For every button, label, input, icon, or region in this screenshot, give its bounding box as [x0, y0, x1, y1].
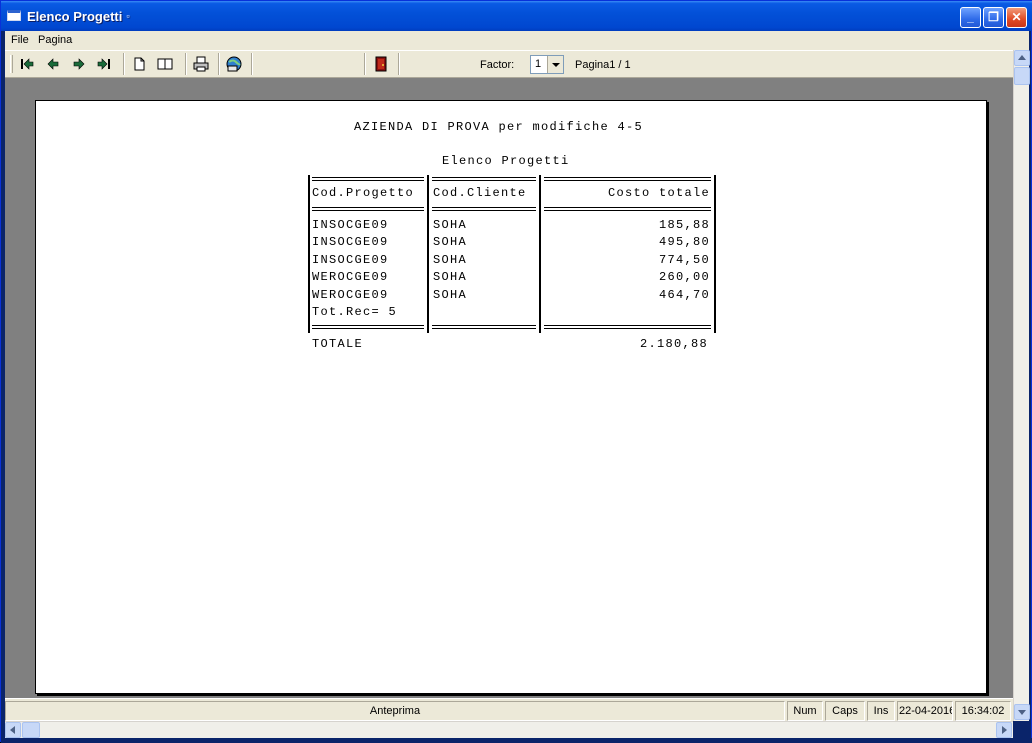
- menu-file[interactable]: File: [11, 34, 29, 46]
- table-rule: [544, 177, 711, 181]
- table-rule: [544, 207, 711, 211]
- cell-total-cost: 464,70: [658, 288, 710, 302]
- status-bar: Anteprima Num Caps Ins 22-04-2016 16:34:…: [5, 698, 1013, 721]
- previous-page-button[interactable]: [44, 55, 64, 73]
- table-border: [308, 175, 310, 333]
- menu-bar: File Pagina: [5, 31, 1029, 50]
- export-icon: [226, 56, 242, 72]
- first-page-button[interactable]: [17, 55, 37, 73]
- status-time: 16:34:02: [955, 701, 1011, 721]
- status-num: Num: [787, 701, 823, 721]
- minimize-button[interactable]: _: [960, 7, 981, 28]
- maximize-button[interactable]: ❐: [983, 7, 1004, 28]
- status-message: Anteprima: [5, 701, 785, 721]
- table-rule: [432, 177, 536, 181]
- chevron-down-icon[interactable]: [547, 56, 563, 73]
- single-page-button[interactable]: [129, 55, 149, 73]
- horizontal-scrollbar[interactable]: [5, 721, 1013, 738]
- column-header: Cod.Cliente: [433, 186, 527, 200]
- cell-client-code: SOHA: [433, 218, 468, 232]
- window-title-text: Elenco Progetti: [27, 9, 123, 24]
- single-page-icon: [134, 57, 145, 71]
- record-count: Tot.Rec= 5: [312, 305, 398, 319]
- first-page-icon: [21, 58, 34, 70]
- table-border: [427, 175, 429, 333]
- menu-pagina[interactable]: Pagina: [38, 34, 72, 46]
- factor-value: 1: [535, 58, 542, 70]
- toolbar-separator: [218, 53, 220, 75]
- cell-project-code: INSOCGE09: [312, 253, 389, 267]
- factor-label: Factor:: [480, 59, 515, 71]
- close-button[interactable]: ✕: [1006, 7, 1027, 28]
- title-mark: ▫: [126, 11, 130, 21]
- cell-client-code: SOHA: [433, 270, 468, 284]
- status-caps: Caps: [825, 701, 865, 721]
- scroll-left-icon[interactable]: [5, 722, 21, 738]
- two-pages-button[interactable]: [155, 55, 175, 73]
- print-icon: [193, 56, 209, 72]
- toolbar-separator: [123, 53, 125, 75]
- next-page-button[interactable]: [69, 55, 89, 73]
- table-rule: [312, 207, 424, 211]
- horizontal-scroll-thumb[interactable]: [22, 722, 40, 738]
- toolbar-grip[interactable]: [10, 55, 13, 73]
- scroll-up-icon[interactable]: [1014, 50, 1030, 66]
- preview-area[interactable]: AZIENDA DI PROVA per modifiche 4-5 Elenc…: [5, 78, 1013, 698]
- toolbar: Factor: 1 Pagina1 / 1: [5, 50, 1013, 78]
- table-rule: [432, 207, 536, 211]
- report-title: Elenco Progetti: [442, 154, 570, 168]
- cell-total-cost: 185,88: [658, 218, 710, 232]
- cell-total-cost: 774,50: [658, 253, 710, 267]
- app-icon[interactable]: [7, 10, 21, 21]
- toolbar-separator: [398, 53, 400, 75]
- vertical-scroll-thumb[interactable]: [1014, 67, 1030, 85]
- last-page-icon: [97, 58, 110, 70]
- window-frame: [1, 738, 1032, 743]
- cell-project-code: WEROCGE09: [312, 270, 389, 284]
- column-header: Costo totale: [607, 186, 710, 200]
- table-rule: [312, 325, 424, 329]
- cell-project-code: INSOCGE09: [312, 218, 389, 232]
- toolbar-separator: [251, 53, 253, 75]
- title-bar[interactable]: Elenco Progetti ▫ _ ❐ ✕: [1, 1, 1032, 31]
- exit-button[interactable]: [371, 55, 391, 73]
- total-value: 2.180,88: [639, 337, 708, 351]
- cell-client-code: SOHA: [433, 288, 468, 302]
- report-table: Cod.Progetto Cod.Cliente Costo totale IN…: [308, 175, 718, 333]
- cell-project-code: WEROCGE09: [312, 288, 389, 302]
- table-border: [714, 175, 716, 333]
- status-date: 22-04-2016: [897, 701, 953, 721]
- window-title: Elenco Progetti ▫: [27, 9, 130, 24]
- table-rule: [312, 177, 424, 181]
- factor-select[interactable]: 1: [530, 55, 564, 74]
- next-page-icon: [73, 58, 85, 70]
- cell-client-code: SOHA: [433, 253, 468, 267]
- scroll-right-icon[interactable]: [996, 722, 1012, 738]
- total-label: TOTALE: [312, 337, 364, 351]
- scroll-down-icon[interactable]: [1014, 704, 1030, 720]
- exit-door-icon: [375, 56, 387, 72]
- two-pages-icon: [157, 58, 173, 70]
- page-indicator: Pagina1 / 1: [575, 59, 631, 71]
- table-rule: [432, 325, 536, 329]
- toolbar-separator: [364, 53, 366, 75]
- toolbar-separator: [185, 53, 187, 75]
- cell-client-code: SOHA: [433, 235, 468, 249]
- table-border: [539, 175, 541, 333]
- status-ins: Ins: [867, 701, 895, 721]
- vertical-scrollbar[interactable]: [1013, 50, 1030, 721]
- print-button[interactable]: [191, 55, 211, 73]
- last-page-button[interactable]: [95, 55, 115, 73]
- report-page: AZIENDA DI PROVA per modifiche 4-5 Elenc…: [35, 100, 987, 694]
- cell-total-cost: 495,80: [658, 235, 710, 249]
- report-company-name: AZIENDA DI PROVA per modifiche 4-5: [354, 120, 644, 134]
- export-button[interactable]: [224, 55, 244, 73]
- cell-total-cost: 260,00: [658, 270, 710, 284]
- previous-page-icon: [47, 58, 59, 70]
- cell-project-code: INSOCGE09: [312, 235, 389, 249]
- table-rule: [544, 325, 711, 329]
- column-header: Cod.Progetto: [312, 186, 415, 200]
- application-window: Elenco Progetti ▫ _ ❐ ✕ File Pagina Fact…: [0, 0, 1032, 743]
